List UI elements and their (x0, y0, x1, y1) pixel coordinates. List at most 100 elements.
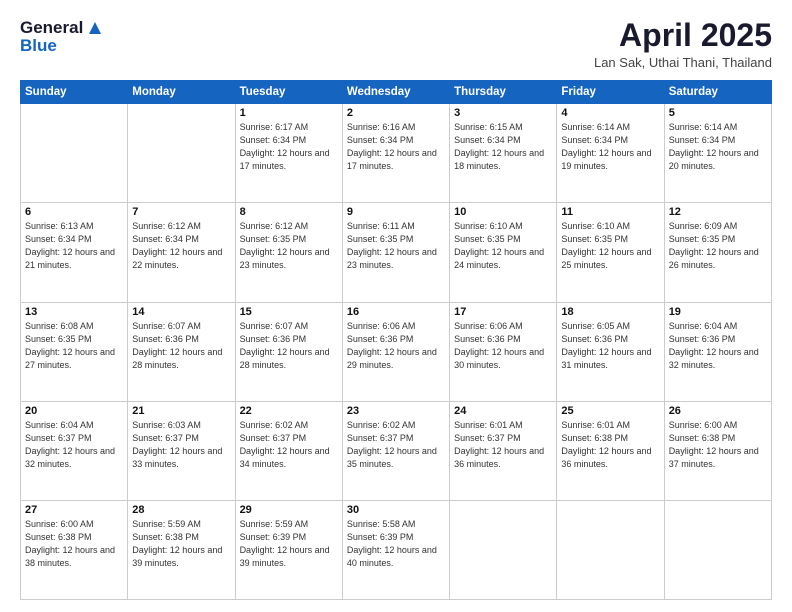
day-info: Sunrise: 6:03 AM Sunset: 6:37 PM Dayligh… (132, 419, 230, 471)
day-number: 4 (561, 107, 659, 119)
calendar-cell: 13 Sunrise: 6:08 AM Sunset: 6:35 PM Dayli… (21, 302, 128, 401)
day-number: 13 (25, 306, 123, 318)
calendar-cell: 11Sunrise: 6:10 AM Sunset: 6:35 PM Dayli… (557, 203, 664, 302)
day-info: Sunrise: 6:07 AM Sunset: 6:36 PM Dayligh… (132, 320, 230, 372)
day-number: 30 (347, 504, 445, 516)
day-number: 5 (669, 107, 767, 119)
day-info: Sunrise: 6:14 AM Sunset: 6:34 PM Dayligh… (669, 121, 767, 173)
day-info: Sunrise: 6:06 AM Sunset: 6:36 PM Dayligh… (454, 320, 552, 372)
calendar-cell: 26Sunrise: 6:00 AM Sunset: 6:38 PM Dayli… (664, 401, 771, 500)
day-info: Sunrise: 6:17 AM Sunset: 6:34 PM Dayligh… (240, 121, 338, 173)
day-number: 16 (347, 306, 445, 318)
location: Lan Sak, Uthai Thani, Thailand (594, 55, 772, 70)
day-number: 26 (669, 405, 767, 417)
day-number: 10 (454, 206, 552, 218)
day-number: 2 (347, 107, 445, 119)
day-info: Sunrise: 6:15 AM Sunset: 6:34 PM Dayligh… (454, 121, 552, 173)
calendar-cell: 6 Sunrise: 6:13 AM Sunset: 6:34 PM Daylig… (21, 203, 128, 302)
day-number: 24 (454, 405, 552, 417)
calendar-cell: 4Sunrise: 6:14 AM Sunset: 6:34 PM Daylig… (557, 104, 664, 203)
day-number: 23 (347, 405, 445, 417)
calendar-cell: 22 Sunrise: 6:02 AM Sunset: 6:37 PM Dayli… (235, 401, 342, 500)
calendar-cell (664, 500, 771, 599)
col-tuesday: Tuesday (235, 81, 342, 104)
calendar-cell: 9Sunrise: 6:11 AM Sunset: 6:35 PM Daylig… (342, 203, 449, 302)
calendar-cell (557, 500, 664, 599)
calendar-week-3: 13 Sunrise: 6:08 AM Sunset: 6:35 PM Dayli… (21, 302, 772, 401)
calendar-cell: 7Sunrise: 6:12 AM Sunset: 6:34 PM Daylig… (128, 203, 235, 302)
calendar-cell: 15Sunrise: 6:07 AM Sunset: 6:36 PM Dayli… (235, 302, 342, 401)
day-info: Sunrise: 6:08 AM Sunset: 6:35 PM Dayligh… (25, 320, 123, 372)
day-number: 21 (132, 405, 230, 417)
day-number: 28 (132, 504, 230, 516)
logo-blue: Blue (20, 36, 105, 56)
calendar-header-row: Sunday Monday Tuesday Wednesday Thursday… (21, 81, 772, 104)
day-info: Sunrise: 6:09 AM Sunset: 6:35 PM Dayligh… (669, 220, 767, 272)
col-wednesday: Wednesday (342, 81, 449, 104)
day-number: 6 (25, 206, 123, 218)
day-info: Sunrise: 5:59 AM Sunset: 6:38 PM Dayligh… (132, 518, 230, 570)
calendar-cell: 12 Sunrise: 6:09 AM Sunset: 6:35 PM Dayli… (664, 203, 771, 302)
col-monday: Monday (128, 81, 235, 104)
calendar-cell: 28 Sunrise: 5:59 AM Sunset: 6:38 PM Dayli… (128, 500, 235, 599)
day-info: Sunrise: 6:05 AM Sunset: 6:36 PM Dayligh… (561, 320, 659, 372)
calendar-week-4: 20 Sunrise: 6:04 AM Sunset: 6:37 PM Dayli… (21, 401, 772, 500)
calendar-cell: 24Sunrise: 6:01 AM Sunset: 6:37 PM Dayli… (450, 401, 557, 500)
day-number: 8 (240, 206, 338, 218)
day-number: 11 (561, 206, 659, 218)
calendar-week-2: 6 Sunrise: 6:13 AM Sunset: 6:34 PM Daylig… (21, 203, 772, 302)
day-info: Sunrise: 6:04 AM Sunset: 6:37 PM Dayligh… (25, 419, 123, 471)
day-info: Sunrise: 6:02 AM Sunset: 6:37 PM Dayligh… (240, 419, 338, 471)
day-number: 9 (347, 206, 445, 218)
day-number: 14 (132, 306, 230, 318)
logo-text: General Blue (20, 18, 105, 56)
calendar-cell: 8 Sunrise: 6:12 AM Sunset: 6:35 PM Daylig… (235, 203, 342, 302)
day-number: 22 (240, 405, 338, 417)
day-info: Sunrise: 6:07 AM Sunset: 6:36 PM Dayligh… (240, 320, 338, 372)
calendar-cell: 21 Sunrise: 6:03 AM Sunset: 6:37 PM Dayli… (128, 401, 235, 500)
calendar-cell (450, 500, 557, 599)
col-thursday: Thursday (450, 81, 557, 104)
col-saturday: Saturday (664, 81, 771, 104)
calendar-cell: 19 Sunrise: 6:04 AM Sunset: 6:36 PM Dayli… (664, 302, 771, 401)
calendar-cell: 2 Sunrise: 6:16 AM Sunset: 6:34 PM Daylig… (342, 104, 449, 203)
calendar-cell: 25 Sunrise: 6:01 AM Sunset: 6:38 PM Dayli… (557, 401, 664, 500)
month-title: April 2025 (594, 18, 772, 53)
calendar-cell: 30 Sunrise: 5:58 AM Sunset: 6:39 PM Dayli… (342, 500, 449, 599)
day-info: Sunrise: 6:12 AM Sunset: 6:34 PM Dayligh… (132, 220, 230, 272)
logo: General Blue (20, 18, 105, 56)
logo-general: General (20, 18, 83, 38)
day-info: Sunrise: 6:16 AM Sunset: 6:34 PM Dayligh… (347, 121, 445, 173)
day-info: Sunrise: 6:06 AM Sunset: 6:36 PM Dayligh… (347, 320, 445, 372)
day-number: 19 (669, 306, 767, 318)
logo-icon (85, 18, 105, 38)
day-number: 25 (561, 405, 659, 417)
calendar-cell: 29Sunrise: 5:59 AM Sunset: 6:39 PM Dayli… (235, 500, 342, 599)
day-info: Sunrise: 6:00 AM Sunset: 6:38 PM Dayligh… (25, 518, 123, 570)
day-info: Sunrise: 6:10 AM Sunset: 6:35 PM Dayligh… (454, 220, 552, 272)
header: General Blue April 2025 Lan Sak, Uthai T… (20, 18, 772, 70)
day-info: Sunrise: 6:01 AM Sunset: 6:38 PM Dayligh… (561, 419, 659, 471)
calendar-cell: 23 Sunrise: 6:02 AM Sunset: 6:37 PM Dayli… (342, 401, 449, 500)
calendar-cell (128, 104, 235, 203)
calendar-cell: 17Sunrise: 6:06 AM Sunset: 6:36 PM Dayli… (450, 302, 557, 401)
calendar-cell: 18Sunrise: 6:05 AM Sunset: 6:36 PM Dayli… (557, 302, 664, 401)
day-info: Sunrise: 6:13 AM Sunset: 6:34 PM Dayligh… (25, 220, 123, 272)
day-info: Sunrise: 5:58 AM Sunset: 6:39 PM Dayligh… (347, 518, 445, 570)
title-block: April 2025 Lan Sak, Uthai Thani, Thailan… (594, 18, 772, 70)
day-number: 12 (669, 206, 767, 218)
calendar-cell: 27 Sunrise: 6:00 AM Sunset: 6:38 PM Dayli… (21, 500, 128, 599)
calendar-cell: 10 Sunrise: 6:10 AM Sunset: 6:35 PM Dayli… (450, 203, 557, 302)
day-info: Sunrise: 6:02 AM Sunset: 6:37 PM Dayligh… (347, 419, 445, 471)
calendar-cell: 16 Sunrise: 6:06 AM Sunset: 6:36 PM Dayli… (342, 302, 449, 401)
day-number: 3 (454, 107, 552, 119)
day-number: 20 (25, 405, 123, 417)
day-number: 29 (240, 504, 338, 516)
calendar-cell: 5 Sunrise: 6:14 AM Sunset: 6:34 PM Daylig… (664, 104, 771, 203)
day-info: Sunrise: 6:04 AM Sunset: 6:36 PM Dayligh… (669, 320, 767, 372)
col-sunday: Sunday (21, 81, 128, 104)
day-info: Sunrise: 6:12 AM Sunset: 6:35 PM Dayligh… (240, 220, 338, 272)
calendar-table: Sunday Monday Tuesday Wednesday Thursday… (20, 80, 772, 600)
calendar-cell: 20 Sunrise: 6:04 AM Sunset: 6:37 PM Dayli… (21, 401, 128, 500)
day-number: 27 (25, 504, 123, 516)
